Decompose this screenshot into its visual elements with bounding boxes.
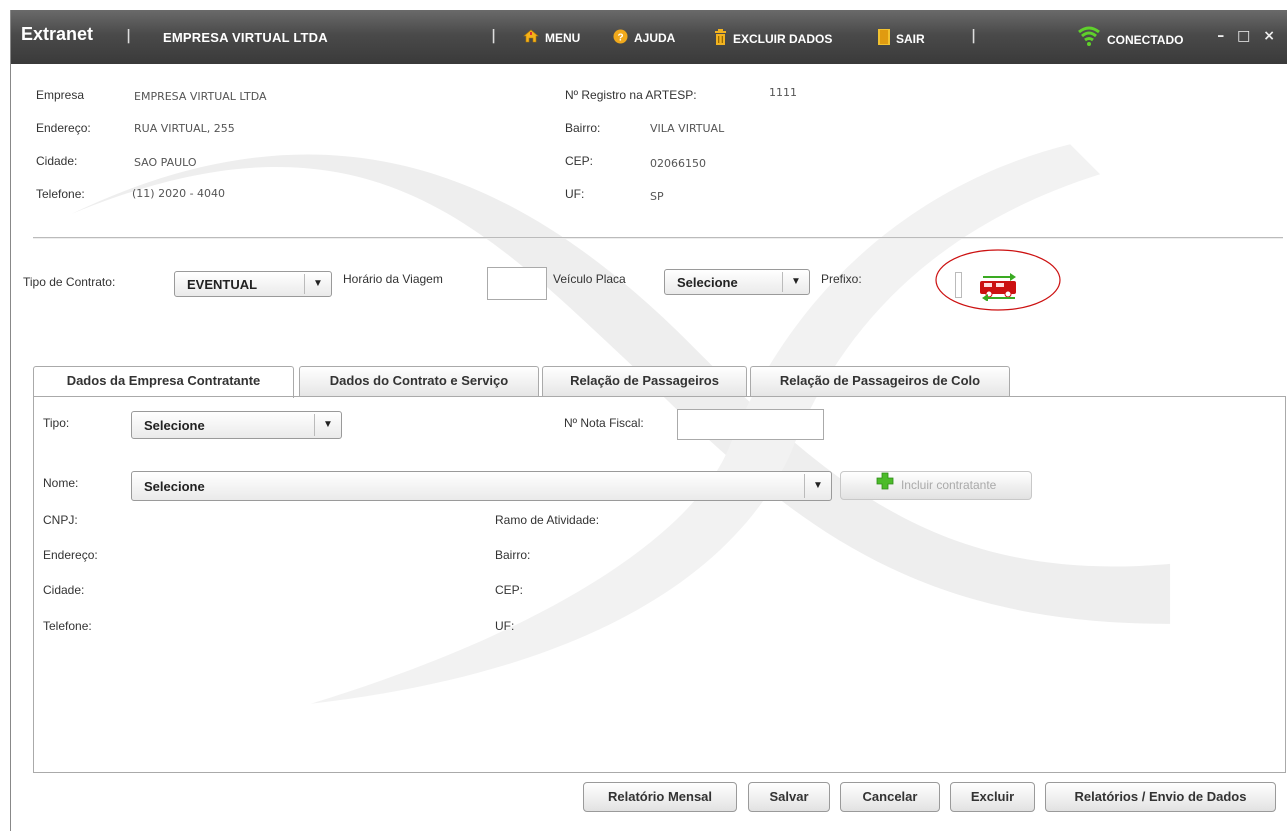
tipo-contrato-value: EVENTUAL	[187, 277, 258, 292]
veiculo-placa-value: Selecione	[677, 275, 738, 290]
cidade-label: Cidade:	[36, 154, 78, 168]
ramo-atividade-label: Ramo de Atividade:	[495, 513, 600, 527]
incluir-contratante-label: Incluir contratante	[900, 478, 997, 493]
cidade-contratante-label: Cidade:	[43, 583, 85, 597]
delete-data-label: EXCLUIR DADOS	[733, 31, 833, 46]
tipo-contrato-label: Tipo de Contrato:	[23, 275, 116, 289]
chevron-down-icon[interactable]: ▼	[804, 474, 831, 498]
title-bar: Extranet | EMPRESA VIRTUAL LTDA | MENU ?…	[11, 10, 1287, 64]
menu-label: MENU	[545, 30, 581, 45]
nome-value: Selecione	[144, 479, 205, 494]
cancelar-button[interactable]: Cancelar	[840, 782, 940, 812]
empresa-value: EMPRESA VIRTUAL LTDA	[134, 90, 267, 103]
salvar-button[interactable]: Salvar	[748, 782, 830, 812]
title-separator: |	[491, 28, 497, 44]
window-controls[interactable]: – □ ×	[1217, 28, 1279, 44]
tipo-select[interactable]: Selecione ▼	[131, 411, 342, 439]
tipo-label: Tipo:	[43, 416, 70, 430]
registro-value: 1111	[769, 86, 797, 99]
telefone-value: (11) 2020 - 4040	[132, 187, 226, 200]
nota-fiscal-input[interactable]	[677, 409, 824, 440]
help-button[interactable]: ? AJUDA	[613, 29, 675, 47]
chevron-down-icon[interactable]: ▼	[782, 272, 809, 292]
telefone-label: Telefone:	[36, 187, 85, 201]
nome-select[interactable]: Selecione ▼	[131, 471, 832, 501]
uf-label: UF:	[565, 187, 585, 201]
nome-label: Nome:	[43, 476, 79, 490]
trash-icon	[714, 29, 727, 48]
endereco-label: Endereço:	[36, 121, 91, 135]
registro-label: Nº Registro na ARTESP:	[565, 88, 697, 102]
relatorio-mensal-button[interactable]: Relatório Mensal	[583, 782, 737, 812]
excluir-button[interactable]: Excluir	[950, 782, 1035, 812]
veiculo-placa-label: Veículo Placa	[553, 272, 626, 286]
exit-button[interactable]: SAIR	[878, 29, 925, 48]
bairro-label: Bairro:	[565, 121, 601, 135]
section-divider	[33, 237, 1283, 239]
prefixo-label: Prefixo:	[821, 272, 862, 286]
tab-panel	[33, 396, 1286, 773]
menu-button[interactable]: MENU	[523, 29, 580, 46]
exit-label: SAIR	[896, 31, 925, 46]
tipo-contrato-select[interactable]: EVENTUAL ▼	[174, 271, 332, 297]
bus-swap-icon[interactable]	[978, 273, 1020, 301]
cep-label: CEP:	[565, 154, 594, 168]
cep-contratante-label: CEP:	[495, 583, 524, 597]
door-icon	[878, 29, 890, 48]
nota-fiscal-label: Nº Nota Fiscal:	[564, 416, 644, 430]
horario-input[interactable]	[487, 267, 547, 300]
connection-status: CONECTADO	[1077, 25, 1183, 50]
title-separator: |	[126, 28, 132, 44]
prefixo-input[interactable]	[955, 272, 962, 298]
help-icon: ?	[613, 29, 628, 47]
plus-icon	[876, 472, 894, 500]
chevron-down-icon[interactable]: ▼	[314, 414, 341, 436]
help-label: AJUDA	[634, 31, 676, 45]
cep-value: 02066150	[650, 157, 706, 170]
status-label: CONECTADO	[1107, 32, 1184, 47]
bairro-contratante-label: Bairro:	[495, 548, 531, 562]
delete-data-button[interactable]: EXCLUIR DADOS	[714, 29, 832, 48]
tab-dados-empresa[interactable]: Dados da Empresa Contratante	[33, 366, 294, 398]
endereco-contratante-label: Endereço:	[43, 548, 98, 562]
bairro-value: VILA VIRTUAL	[650, 122, 725, 135]
horario-label: Horário da Viagem	[343, 272, 443, 286]
cnpj-label: CNPJ:	[43, 513, 78, 527]
app-title: Extranet	[21, 24, 94, 44]
cidade-value: SAO PAULO	[134, 156, 197, 169]
uf-value: SP	[650, 190, 664, 203]
tab-passageiros-colo[interactable]: Relação de Passageiros de Colo	[750, 366, 1010, 396]
company-title: EMPRESA VIRTUAL LTDA	[163, 30, 328, 45]
veiculo-placa-select[interactable]: Selecione ▼	[664, 269, 810, 295]
home-icon	[523, 29, 539, 46]
telefone-contratante-label: Telefone:	[43, 619, 92, 633]
endereco-value: RUA VIRTUAL, 255	[134, 122, 235, 135]
empresa-label: Empresa	[36, 88, 85, 102]
app-window: Extranet | EMPRESA VIRTUAL LTDA | MENU ?…	[10, 10, 1287, 831]
uf-contratante-label: UF:	[495, 619, 515, 633]
tipo-value: Selecione	[144, 418, 205, 433]
chevron-down-icon[interactable]: ▼	[304, 274, 331, 294]
tab-dados-contrato[interactable]: Dados do Contrato e Serviço	[299, 366, 539, 396]
tab-relacao-passageiros[interactable]: Relação de Passageiros	[542, 366, 747, 396]
wifi-icon	[1077, 25, 1101, 50]
svg-text:?: ?	[617, 33, 623, 44]
relatorios-envio-button[interactable]: Relatórios / Envio de Dados	[1045, 782, 1276, 812]
incluir-contratante-button[interactable]: Incluir contratante	[840, 471, 1032, 500]
title-separator: |	[971, 28, 977, 44]
